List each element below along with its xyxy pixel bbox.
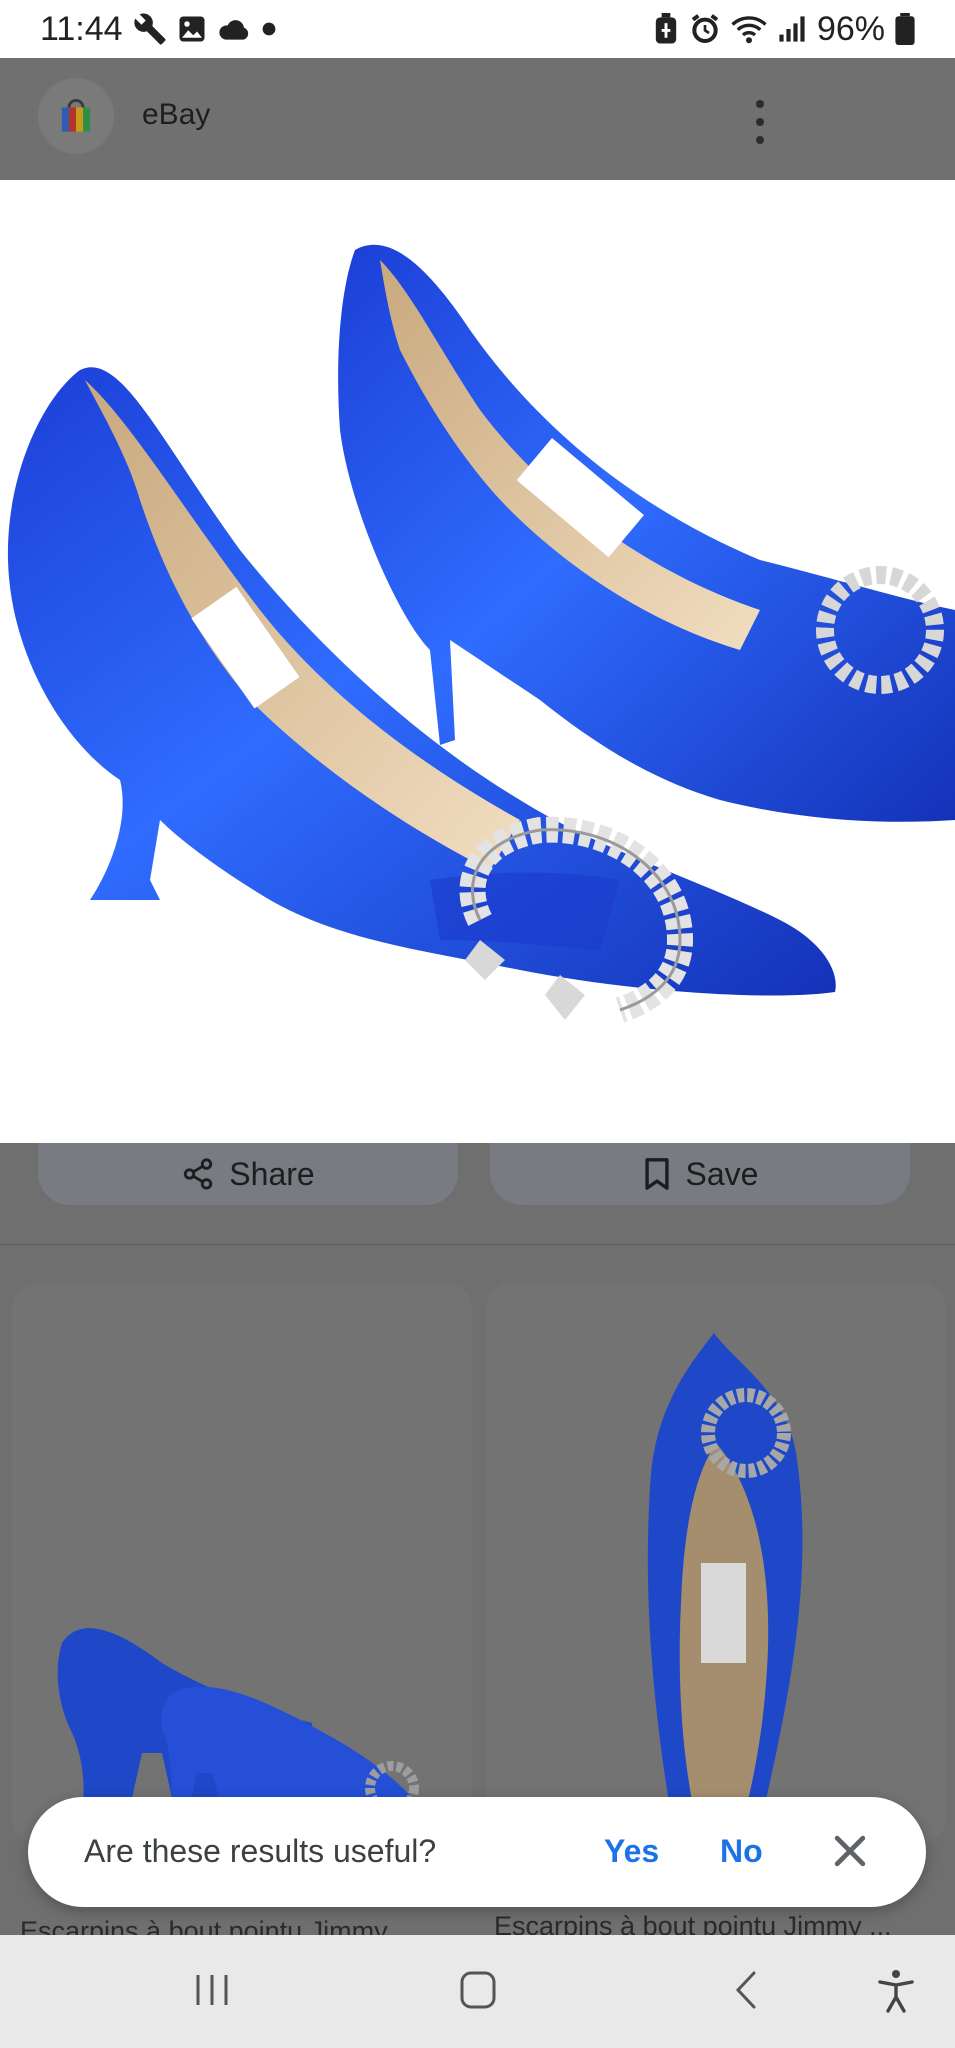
shoe-pair-illustration — [7, 244, 955, 1023]
battery-saver-icon — [655, 13, 677, 44]
feedback-yes-button[interactable]: Yes — [604, 1833, 659, 1870]
recents-icon[interactable] — [190, 1965, 234, 2015]
site-name: eBay — [142, 98, 211, 131]
battery-percent: 96% — [816, 9, 885, 48]
share-label: Share — [229, 1155, 315, 1192]
clock: 11:44 — [40, 9, 123, 48]
divider — [0, 1244, 955, 1245]
dot-icon — [262, 22, 275, 36]
feedback-no-button[interactable]: No — [720, 1833, 763, 1870]
alarm-icon — [691, 14, 719, 43]
image-actions: Share Save — [0, 1143, 955, 1243]
accessibility-icon[interactable] — [874, 1965, 918, 2015]
result-image — [647, 1333, 803, 1843]
result-card[interactable] — [486, 1283, 946, 1843]
wrench-icon — [133, 13, 166, 45]
signal-icon — [779, 16, 805, 42]
feedback-question: Are these results useful? — [84, 1833, 437, 1869]
feedback-prompt: Are these results useful? Yes No — [28, 1797, 926, 1907]
shopping-bag-icon[interactable] — [38, 78, 114, 154]
share-icon — [184, 1158, 213, 1190]
system-nav-bar — [0, 1935, 955, 2048]
close-icon[interactable] — [828, 1829, 872, 1873]
wifi-icon — [731, 16, 767, 44]
product-image[interactable] — [0, 180, 955, 1143]
browser-top-bar: eBay — [0, 58, 955, 180]
status-bar: 11:44 96% — [0, 0, 955, 58]
more-vert-icon[interactable] — [740, 94, 780, 150]
share-button[interactable]: Share — [38, 1143, 458, 1205]
cloud-icon — [218, 20, 248, 40]
save-label: Save — [685, 1155, 759, 1192]
home-icon[interactable] — [456, 1965, 500, 2015]
bookmark-icon — [644, 1158, 669, 1190]
result-image — [57, 1628, 432, 1843]
battery-icon — [895, 13, 915, 45]
back-icon[interactable] — [726, 1965, 770, 2015]
page-content: eBay Share Save Escarpins à bout pointu … — [0, 58, 955, 1980]
save-button[interactable]: Save — [490, 1143, 910, 1205]
result-card[interactable] — [12, 1283, 472, 1843]
image-icon — [179, 16, 205, 42]
